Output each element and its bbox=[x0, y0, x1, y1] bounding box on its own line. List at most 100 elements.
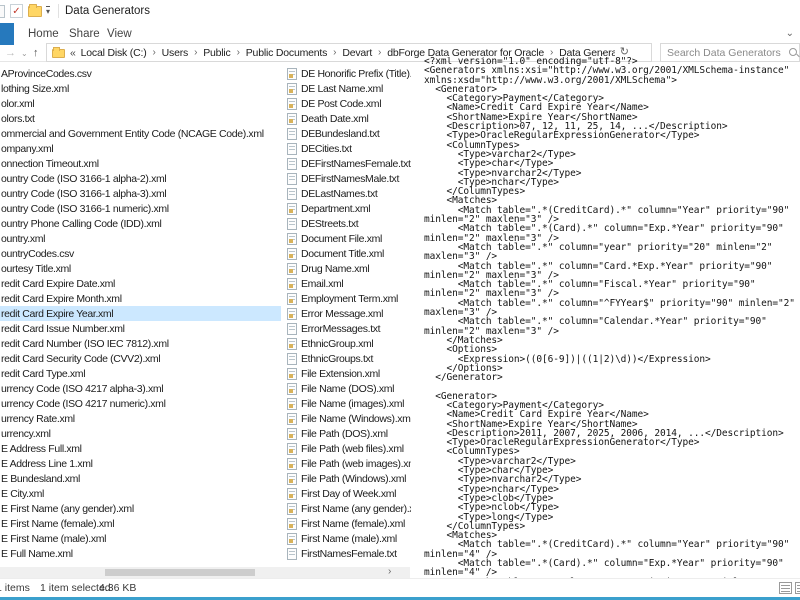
file-item[interactable]: DE Last Name.xml bbox=[285, 81, 411, 96]
file-item[interactable]: Drug Name.xml bbox=[285, 261, 411, 276]
file-item[interactable]: olor.xml bbox=[0, 96, 281, 111]
file-name: Error Message.xml bbox=[301, 307, 384, 320]
file-item[interactable]: ountry Phone Calling Code (IDD).xml bbox=[0, 216, 281, 231]
file-item[interactable]: File Extension.xml bbox=[285, 366, 411, 381]
file-item[interactable]: redit Card Expire Year.xml bbox=[0, 306, 281, 321]
file-item[interactable]: File Name (Windows).xml bbox=[285, 411, 411, 426]
tab-view[interactable]: View bbox=[107, 23, 132, 45]
file-item[interactable]: ErrorMessages.txt bbox=[285, 321, 411, 336]
file-item[interactable]: DELastNames.txt bbox=[285, 186, 411, 201]
file-item[interactable]: AProvinceCodes.csv bbox=[0, 66, 281, 81]
file-item[interactable]: First Day of Week.xml bbox=[285, 486, 411, 501]
file-item[interactable]: E City.xml bbox=[0, 486, 281, 501]
file-item[interactable]: onnection Timeout.xml bbox=[0, 156, 281, 171]
file-item[interactable]: E Address Full.xml bbox=[0, 441, 281, 456]
file-item[interactable]: ountry Code (ISO 3166-1 alpha-3).xml bbox=[0, 186, 281, 201]
xml-file-icon bbox=[287, 112, 297, 125]
file-item[interactable]: DE Post Code.xml bbox=[285, 96, 411, 111]
file-item[interactable]: urrency.xml bbox=[0, 426, 281, 441]
file-item[interactable]: Department.xml bbox=[285, 201, 411, 216]
breadcrumb-item[interactable]: Devart bbox=[342, 47, 372, 59]
file-item[interactable]: First Name (any gender).xml bbox=[285, 501, 411, 516]
clipped-toolbar-icon[interactable] bbox=[0, 5, 5, 18]
up-icon[interactable]: ↑ bbox=[33, 45, 39, 61]
file-item[interactable]: EthnicGroups.txt bbox=[285, 351, 411, 366]
file-item[interactable]: ountry Code (ISO 3166-1 alpha-2).xml bbox=[0, 171, 281, 186]
file-item[interactable]: redit Card Type.xml bbox=[0, 366, 281, 381]
file-item[interactable]: E Address Line 1.xml bbox=[0, 456, 281, 471]
file-item[interactable]: FirstNamesFemale.txt bbox=[285, 546, 411, 561]
details-view-icon[interactable] bbox=[779, 582, 792, 594]
file-item[interactable]: Death Date.xml bbox=[285, 111, 411, 126]
file-item[interactable]: ountryCodes.csv bbox=[0, 246, 281, 261]
breadcrumb-separator-icon[interactable]: › bbox=[153, 47, 156, 58]
file-item[interactable]: ommercial and Government Entity Code (NC… bbox=[0, 126, 281, 141]
file-item[interactable]: File Path (web images).xml bbox=[285, 456, 411, 471]
file-item[interactable]: DEFirstNamesMale.txt bbox=[285, 171, 411, 186]
tab-share[interactable]: Share bbox=[69, 23, 100, 45]
file-name: urrency Code (ISO 4217 alpha-3).xml bbox=[1, 382, 164, 395]
breadcrumb-overflow-icon[interactable]: « bbox=[70, 47, 76, 59]
file-item[interactable]: First Name (male).xml bbox=[285, 531, 411, 546]
breadcrumb-item[interactable]: Users bbox=[162, 47, 189, 59]
file-item[interactable]: urrency Rate.xml bbox=[0, 411, 281, 426]
customize-toolbar-arrow-icon[interactable]: ▾ bbox=[46, 6, 51, 17]
breadcrumb-item[interactable]: Public Documents bbox=[246, 47, 328, 59]
file-item[interactable]: E First Name (male).xml bbox=[0, 531, 281, 546]
preview-pane[interactable]: <?xml version="1.0" encoding="utf-8"?> <… bbox=[424, 57, 800, 581]
breadcrumb-separator-icon[interactable]: › bbox=[237, 47, 240, 58]
file-item[interactable]: lothing Size.xml bbox=[0, 81, 281, 96]
file-item[interactable]: redit Card Expire Month.xml bbox=[0, 291, 281, 306]
breadcrumb-separator-icon[interactable]: › bbox=[194, 47, 197, 58]
search-icon[interactable] bbox=[789, 48, 797, 56]
breadcrumb-item[interactable]: Public bbox=[203, 47, 231, 59]
file-item[interactable]: ompany.xml bbox=[0, 141, 281, 156]
file-item[interactable]: redit Card Expire Date.xml bbox=[0, 276, 281, 291]
file-item[interactable]: First Name (female).xml bbox=[285, 516, 411, 531]
file-item[interactable]: Error Message.xml bbox=[285, 306, 411, 321]
file-item[interactable]: E First Name (any gender).xml bbox=[0, 501, 281, 516]
file-item[interactable]: E Full Name.xml bbox=[0, 546, 281, 561]
scroll-right-arrow-icon[interactable]: › bbox=[388, 566, 391, 578]
file-item[interactable]: olors.txt bbox=[0, 111, 281, 126]
thumbnail-view-icon[interactable] bbox=[795, 582, 800, 594]
file-item[interactable]: E First Name (female).xml bbox=[0, 516, 281, 531]
breadcrumb-separator-icon[interactable]: › bbox=[378, 47, 381, 58]
breadcrumb-separator-icon[interactable]: › bbox=[333, 47, 336, 58]
tab-file[interactable]: File bbox=[0, 23, 14, 45]
expand-ribbon-icon[interactable]: ⌄ bbox=[786, 28, 794, 39]
file-item[interactable]: Email.xml bbox=[285, 276, 411, 291]
file-item[interactable]: redit Card Issue Number.xml bbox=[0, 321, 281, 336]
file-item[interactable]: Employment Term.xml bbox=[285, 291, 411, 306]
file-item[interactable]: Document File.xml bbox=[285, 231, 411, 246]
file-item[interactable]: urrency Code (ISO 4217 alpha-3).xml bbox=[0, 381, 281, 396]
breadcrumb-item[interactable]: Local Disk (C:) bbox=[81, 47, 147, 59]
file-item[interactable]: File Name (images).xml bbox=[285, 396, 411, 411]
file-item[interactable]: DEBundesland.txt bbox=[285, 126, 411, 141]
forward-icon[interactable]: → bbox=[5, 45, 16, 61]
file-item[interactable]: E Bundesland.xml bbox=[0, 471, 281, 486]
tab-home[interactable]: Home bbox=[28, 23, 59, 45]
file-item[interactable]: ountry.xml bbox=[0, 231, 281, 246]
file-item[interactable]: ourtesy Title.xml bbox=[0, 261, 281, 276]
address-dropdown-icon[interactable]: ⌄ bbox=[600, 48, 607, 57]
file-item[interactable]: Document Title.xml bbox=[285, 246, 411, 261]
file-item[interactable]: DEFirstNamesFemale.txt bbox=[285, 156, 411, 171]
file-item[interactable]: File Path (web files).xml bbox=[285, 441, 411, 456]
file-item[interactable]: redit Card Security Code (CVV2).xml bbox=[0, 351, 281, 366]
file-item[interactable]: DECities.txt bbox=[285, 141, 411, 156]
file-item[interactable]: DE Honorific Prefix (Title).xml bbox=[285, 66, 411, 81]
horizontal-scrollbar[interactable]: › bbox=[0, 566, 410, 578]
file-item[interactable]: File Path (Windows).xml bbox=[285, 471, 411, 486]
file-item[interactable]: EthnicGroup.xml bbox=[285, 336, 411, 351]
file-item[interactable]: urrency Code (ISO 4217 numeric).xml bbox=[0, 396, 281, 411]
file-item[interactable]: File Name (DOS).xml bbox=[285, 381, 411, 396]
file-item[interactable]: redit Card Number (ISO IEC 7812).xml bbox=[0, 336, 281, 351]
properties-check-icon[interactable]: ✓ bbox=[10, 4, 23, 18]
new-folder-icon[interactable] bbox=[28, 4, 42, 17]
file-item[interactable]: ountry Code (ISO 3166-1 numeric).xml bbox=[0, 201, 281, 216]
file-item[interactable]: DEStreets.txt bbox=[285, 216, 411, 231]
recent-locations-chevron-icon[interactable]: ⌄ bbox=[21, 45, 28, 63]
file-item[interactable]: File Path (DOS).xml bbox=[285, 426, 411, 441]
scrollbar-thumb[interactable] bbox=[105, 569, 255, 576]
